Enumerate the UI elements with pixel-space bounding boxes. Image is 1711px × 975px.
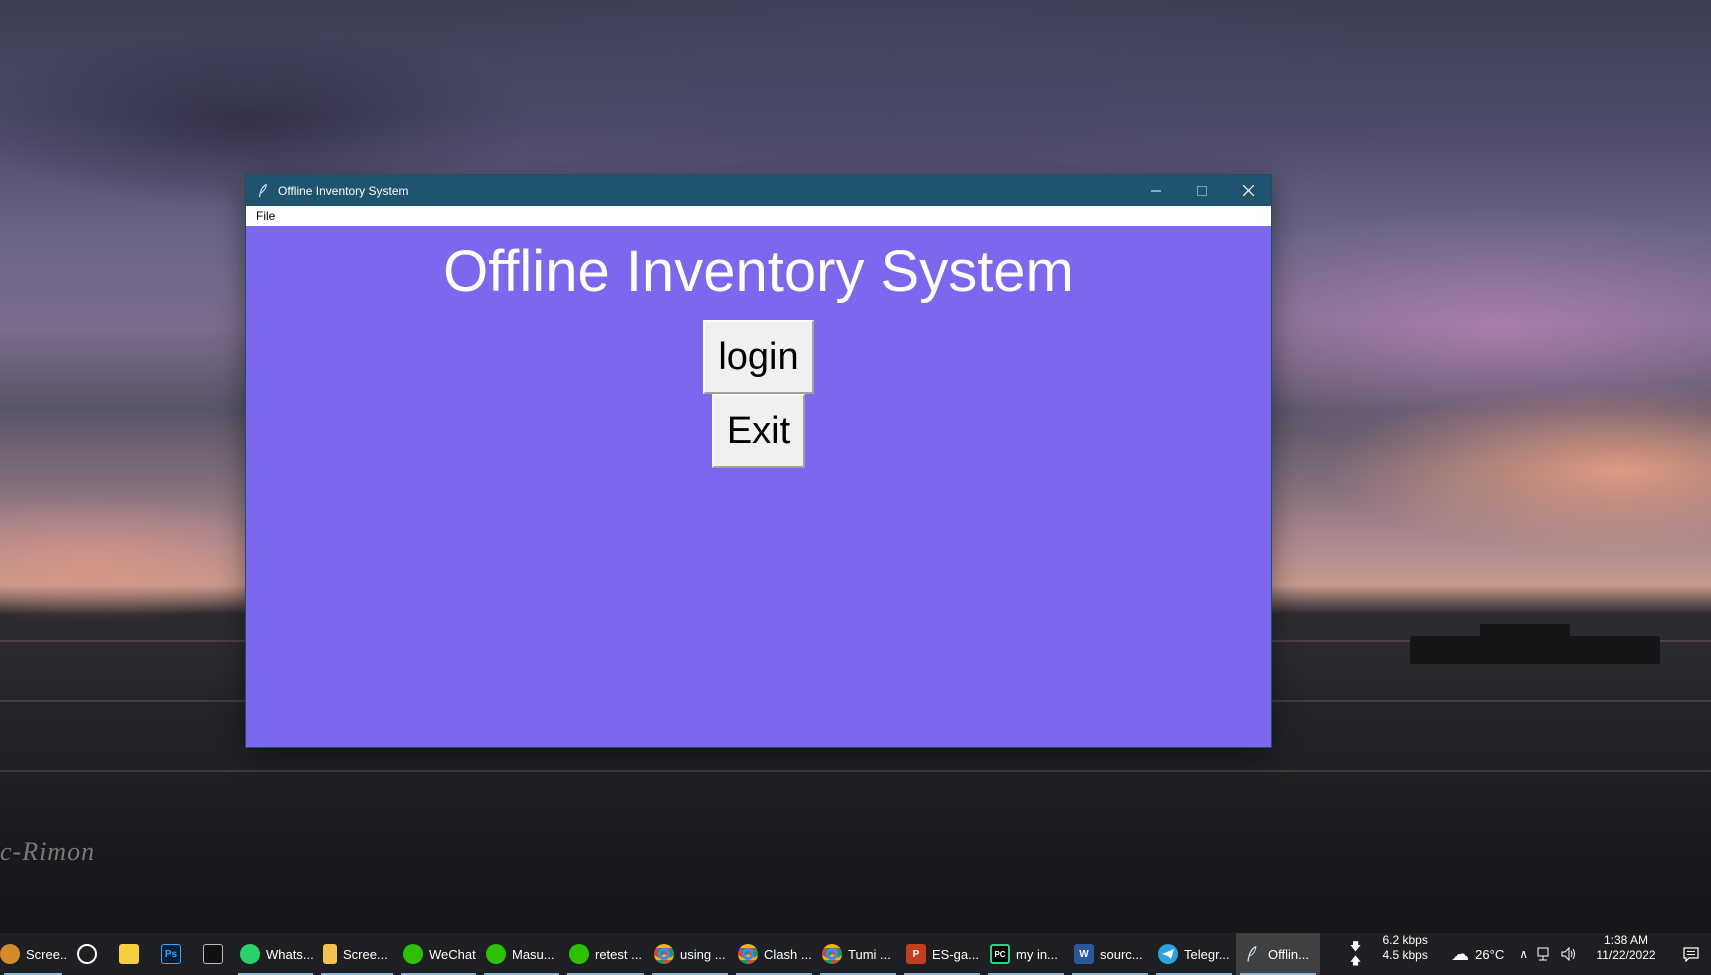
feather-icon — [1242, 944, 1262, 964]
wechat-icon — [403, 944, 423, 964]
whatsapp-icon — [240, 944, 260, 964]
terminal-icon — [203, 944, 223, 964]
partly-cloudy-night-icon: ☁ — [1451, 943, 1470, 964]
taskbar-label: my in... — [1016, 946, 1058, 962]
taskbar-item-pycharm[interactable]: PC my in... — [984, 933, 1068, 975]
taskbar-label: sourc... — [1100, 946, 1143, 962]
volume-button[interactable] — [1557, 933, 1581, 975]
taskbar-item-photoshop[interactable]: Ps — [150, 933, 192, 975]
taskbar: Scree... Ps Whats... Scree... — [0, 933, 1711, 975]
taskbar-item-clock-app[interactable] — [66, 933, 108, 975]
water-reflection — [0, 770, 1711, 772]
notifications-button[interactable] — [1671, 933, 1711, 975]
close-button[interactable] — [1225, 175, 1271, 206]
taskbar-item-chrome[interactable]: Clash ... — [732, 933, 816, 975]
taskbar-item-telegram[interactable]: Telegr... — [1152, 933, 1236, 975]
network-speed-meter[interactable]: 6.2 kbps 4.5 kbps — [1369, 933, 1441, 975]
main-heading: Offline Inventory System — [443, 239, 1074, 304]
maximize-button[interactable] — [1179, 175, 1225, 206]
taskbar-label: WeChat — [429, 946, 476, 962]
clock-date: 11/22/2022 — [1596, 948, 1656, 962]
taskbar-item-chrome[interactable]: Tumi ... — [816, 933, 900, 975]
notification-center-icon — [1683, 946, 1699, 962]
taskbar-label: Whats... — [266, 946, 314, 962]
taskbar-item-screenshot[interactable]: Scree... — [0, 933, 66, 975]
taskbar-item-file-explorer[interactable]: Scree... — [317, 933, 397, 975]
minimize-icon — [1151, 190, 1161, 191]
folder-icon — [323, 944, 337, 964]
clock-app-icon — [77, 944, 97, 964]
word-icon: W — [1074, 944, 1094, 964]
app-window: Offline Inventory System File Offline In… — [246, 175, 1271, 747]
taskbar-label: Clash ... — [764, 946, 812, 962]
system-tray: 🡇 🡅 6.2 kbps 4.5 kbps ☁ 26°C ∧ 1:38 AM 1… — [1346, 933, 1711, 975]
ship-silhouette — [1410, 624, 1660, 664]
temperature: 26°C — [1475, 946, 1505, 962]
taskbar-label: Scree... — [343, 946, 388, 962]
app-content: Offline Inventory System login Exit — [246, 226, 1271, 747]
taskbar-item-wechat[interactable]: WeChat — [397, 933, 480, 975]
taskbar-item-sticky-notes[interactable] — [108, 933, 150, 975]
taskbar-label: retest ... — [595, 946, 642, 962]
menu-bar: File — [246, 206, 1271, 226]
sticky-notes-icon — [119, 944, 139, 964]
chrome-icon — [738, 944, 758, 964]
network-speed-arrows: 🡇 🡅 — [1346, 933, 1369, 975]
taskbar-label: Offlin... — [1268, 946, 1309, 962]
telegram-icon — [1158, 944, 1178, 964]
chevron-up-icon: ∧ — [1519, 947, 1528, 961]
taskbar-item-chrome[interactable]: using ... — [648, 933, 732, 975]
upload-speed: 4.5 kbps — [1382, 948, 1428, 962]
network-button[interactable] — [1533, 933, 1557, 975]
download-speed: 6.2 kbps — [1382, 933, 1428, 947]
taskbar-items: Scree... Ps Whats... Scree... — [0, 933, 1320, 975]
screenshot-icon — [0, 944, 20, 964]
taskbar-item-offline-inventory[interactable]: Offlin... — [1236, 933, 1320, 975]
taskbar-label: using ... — [680, 946, 726, 962]
photoshop-icon: Ps — [161, 944, 181, 964]
taskbar-item-whatsapp[interactable]: Whats... — [234, 933, 317, 975]
taskbar-item-powerpoint[interactable]: P ES-ga... — [900, 933, 984, 975]
login-button[interactable]: login — [703, 320, 814, 394]
feather-icon — [256, 183, 270, 199]
exit-button[interactable]: Exit — [712, 394, 805, 468]
network-icon — [1537, 947, 1549, 961]
taskbar-label: Telegr... — [1184, 946, 1230, 962]
minimize-button[interactable] — [1133, 175, 1179, 206]
show-hidden-icons-button[interactable]: ∧ — [1514, 933, 1533, 975]
taskbar-item-word[interactable]: W sourc... — [1068, 933, 1152, 975]
volume-icon — [1561, 947, 1575, 961]
taskbar-item-wechat-chat[interactable]: retest ... — [563, 933, 648, 975]
taskbar-item-terminal[interactable] — [192, 933, 234, 975]
upload-arrow-icon: 🡅 — [1349, 955, 1362, 967]
clock-time: 1:38 AM — [1603, 933, 1649, 947]
title-bar[interactable]: Offline Inventory System — [246, 175, 1271, 206]
download-arrow-icon: 🡇 — [1349, 941, 1362, 953]
taskbar-label: Scree... — [26, 946, 66, 962]
taskbar-label: Masu... — [512, 946, 555, 962]
wechat-icon — [569, 944, 589, 964]
powerpoint-icon: P — [906, 944, 926, 964]
close-icon — [1242, 185, 1254, 196]
window-title: Offline Inventory System — [278, 183, 409, 198]
menu-file[interactable]: File — [254, 208, 277, 224]
pycharm-icon: PC — [990, 944, 1010, 964]
taskbar-label: ES-ga... — [932, 946, 979, 962]
taskbar-item-wechat-chat[interactable]: Masu... — [480, 933, 563, 975]
maximize-icon — [1197, 185, 1207, 196]
weather-widget[interactable]: ☁ 26°C — [1441, 933, 1514, 975]
wechat-icon — [486, 944, 506, 964]
taskbar-label: Tumi ... — [848, 946, 891, 962]
chrome-icon — [654, 944, 674, 964]
chrome-icon — [822, 944, 842, 964]
desktop-wallpaper: c-Rimon Offline Inventory System File Of… — [0, 0, 1711, 975]
clock[interactable]: 1:38 AM 11/22/2022 — [1581, 933, 1671, 975]
wallpaper-watermark: c-Rimon — [0, 837, 96, 866]
